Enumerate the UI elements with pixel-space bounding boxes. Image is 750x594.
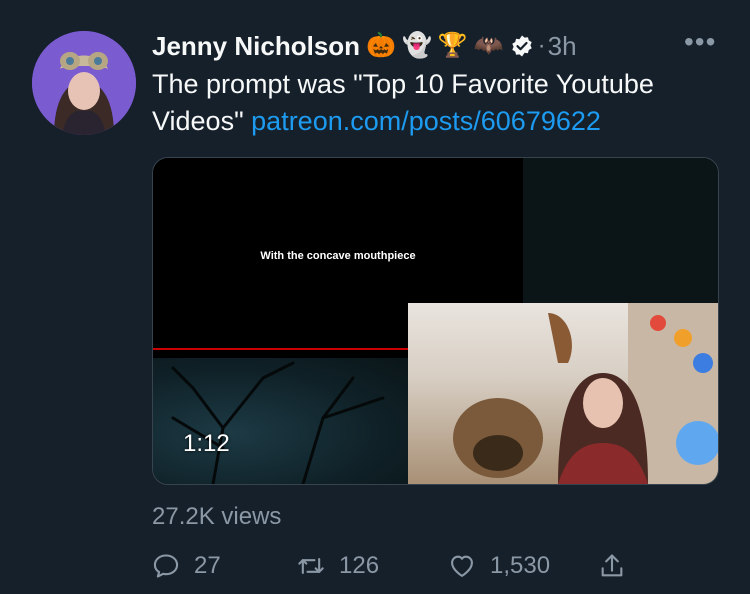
pumpkin-emoji-icon: 🎃 (366, 32, 396, 59)
tweet-actions: 27 126 1,530 (152, 548, 712, 584)
author-name[interactable]: Jenny Nicholson (152, 31, 360, 62)
retweet-button[interactable]: 126 (297, 548, 379, 584)
view-count: 27.2K views (152, 503, 282, 530)
video-background-trees (153, 358, 408, 484)
reply-icon (153, 554, 179, 578)
avatar-image (32, 31, 136, 135)
video-caption: With the concave mouthpiece (260, 250, 416, 262)
reply-button[interactable]: 27 (152, 548, 221, 584)
tweet-header: Jenny Nicholson 🎃 👻 🏆 🦇 · 3h (152, 28, 577, 64)
timestamp[interactable]: 3h (548, 31, 577, 62)
reply-count: 27 (194, 552, 221, 579)
avatar[interactable] (32, 31, 136, 135)
retweet-count: 126 (339, 552, 380, 579)
verified-badge-icon (511, 35, 532, 57)
bat-emoji-icon: 🦇 (473, 32, 504, 59)
share-button[interactable] (598, 548, 626, 584)
separator-dot: · (537, 32, 546, 59)
heart-icon (451, 555, 473, 577)
webcam-overlay (408, 303, 718, 484)
video-duration-badge: 1:12 (183, 430, 230, 457)
tweet-link[interactable]: patreon.com/posts/60679622 (251, 106, 601, 136)
trophy-emoji-icon: 🏆 (437, 32, 468, 59)
ghost-emoji-icon: 👻 (401, 32, 432, 59)
like-count: 1,530 (490, 552, 551, 579)
video-background-sky (523, 158, 718, 303)
like-button[interactable]: 1,530 (448, 548, 550, 584)
share-icon (601, 554, 623, 577)
retweet-icon (298, 557, 324, 575)
more-options-icon[interactable]: ••• (684, 28, 716, 56)
video-player[interactable]: With the concave mouthpiece 1:12 (152, 157, 719, 485)
tweet-text: The prompt was "Top 10 Favorite Youtube … (152, 66, 732, 140)
